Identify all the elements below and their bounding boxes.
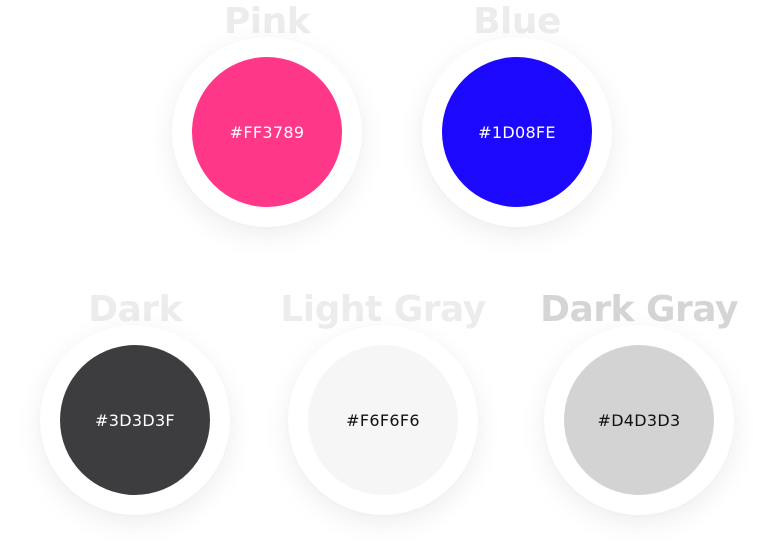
color-circle: #F6F6F6 bbox=[308, 345, 458, 495]
swatch-ring: #3D3D3F bbox=[40, 325, 230, 515]
color-swatch-dark-gray: Dark Gray #D4D3D3 bbox=[514, 290, 764, 520]
color-swatch-dark: Dark #3D3D3F bbox=[10, 290, 260, 520]
hex-code: #3D3D3F bbox=[95, 410, 175, 430]
color-circle: #1D08FE bbox=[442, 57, 592, 207]
swatch-ring: #D4D3D3 bbox=[544, 325, 734, 515]
swatch-ring: #F6F6F6 bbox=[288, 325, 478, 515]
swatch-name: Blue bbox=[473, 1, 561, 42]
color-circle: #D4D3D3 bbox=[564, 345, 714, 495]
hex-code: #FF3789 bbox=[229, 122, 305, 142]
color-swatch-light-gray: Light Gray #F6F6F6 bbox=[258, 290, 508, 520]
swatch-ring: #FF3789 bbox=[172, 37, 362, 227]
swatch-name: Light Gray bbox=[280, 289, 486, 330]
swatch-ring: #1D08FE bbox=[422, 37, 612, 227]
color-swatch-blue: Blue #1D08FE bbox=[392, 2, 642, 232]
color-circle: #3D3D3F bbox=[60, 345, 210, 495]
hex-code: #F6F6F6 bbox=[346, 410, 420, 430]
swatch-name: Pink bbox=[223, 1, 311, 42]
color-swatch-pink: Pink #FF3789 bbox=[142, 2, 392, 232]
hex-code: #D4D3D3 bbox=[597, 410, 681, 430]
swatch-name: Dark bbox=[88, 289, 182, 330]
color-circle: #FF3789 bbox=[192, 57, 342, 207]
swatch-name: Dark Gray bbox=[540, 289, 738, 330]
hex-code: #1D08FE bbox=[478, 122, 556, 142]
